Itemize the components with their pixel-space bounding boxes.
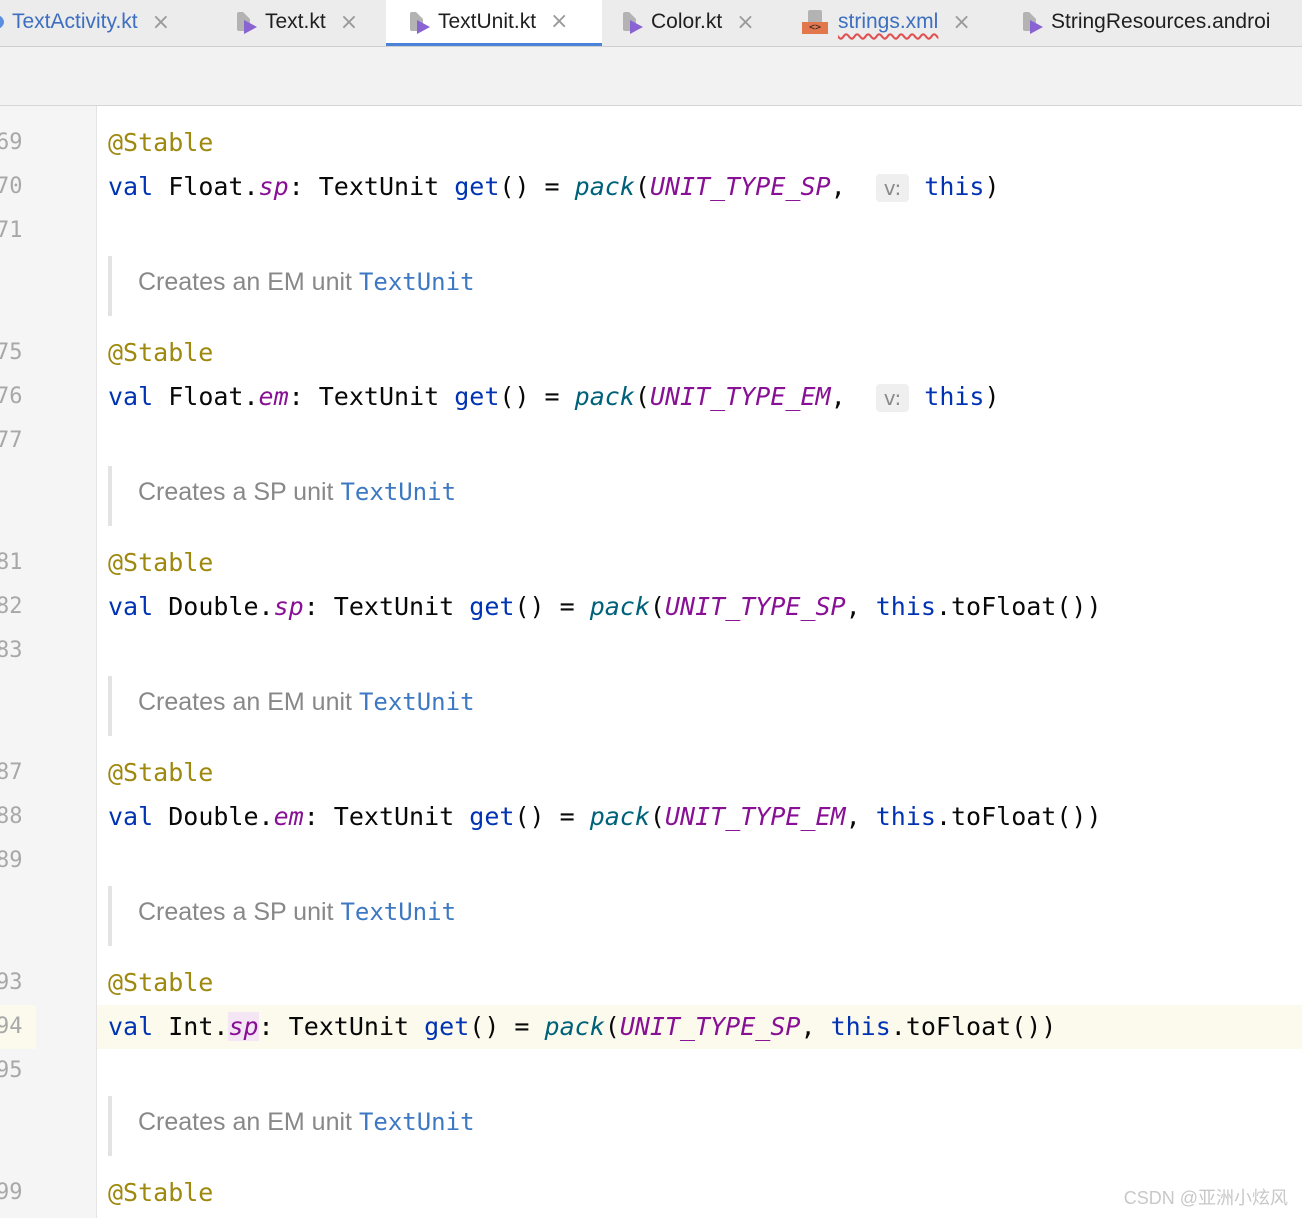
line-number: 93 — [0, 970, 23, 995]
doc-link[interactable]: TextUnit — [359, 1108, 475, 1136]
close-icon[interactable]: × — [736, 10, 754, 35]
doc-link[interactable]: TextUnit — [359, 268, 475, 296]
tab-color-kt[interactable]: Color.kt × — [603, 0, 785, 44]
close-icon[interactable]: × — [550, 9, 568, 34]
code-line[interactable]: @Stable — [108, 331, 213, 375]
doc-link[interactable]: TextUnit — [340, 478, 456, 506]
code-line[interactable]: @Stable — [108, 121, 213, 165]
code-line[interactable]: @Stable — [108, 541, 213, 585]
line-number: 76 — [0, 384, 23, 409]
parameter-hint: v: — [875, 384, 910, 412]
rendered-doc-comment[interactable]: Creates a SP unit TextUnit — [108, 466, 1292, 526]
line-number: 71 — [0, 218, 23, 243]
doc-link[interactable]: TextUnit — [340, 898, 456, 926]
line-number: 81 — [0, 550, 23, 575]
tab-label: Text.kt — [265, 10, 326, 33]
tab-textactivity[interactable]: TextActivity.kt × — [0, 0, 215, 44]
close-icon[interactable]: × — [152, 10, 170, 35]
line-number: 95 — [0, 1058, 23, 1083]
code-line[interactable]: val Float.em: TextUnit get() = pack(UNIT… — [108, 375, 1000, 420]
close-icon[interactable]: × — [952, 10, 970, 35]
line-number: 89 — [0, 848, 23, 873]
xml-file-icon: <> — [802, 10, 830, 34]
editor-tab-bar: TextActivity.kt × Text.kt × TextUnit.kt … — [0, 0, 1302, 47]
kotlin-file-icon — [621, 10, 643, 34]
line-number: 82 — [0, 594, 23, 619]
annotation-token: @Stable — [108, 128, 214, 157]
line-number: 75 — [0, 340, 23, 365]
code-line-current[interactable]: val Int.sp: TextUnit get() = pack(UNIT_T… — [108, 1005, 1056, 1049]
rendered-doc-comment[interactable]: Creates an EM unit TextUnit — [108, 676, 1292, 736]
tab-label: TextActivity.kt — [12, 10, 138, 33]
code-line[interactable]: val Float.sp: TextUnit get() = pack(UNIT… — [108, 165, 1000, 210]
rendered-doc-comment[interactable]: Creates an EM unit TextUnit — [108, 256, 1292, 316]
code-line[interactable]: val Double.sp: TextUnit get() = pack(UNI… — [108, 585, 1102, 629]
kotlin-file-icon — [408, 10, 430, 34]
line-number: 83 — [0, 638, 23, 663]
line-number-gutter: 69 70 71 75 76 77 81 82 83 87 88 89 93 9… — [0, 106, 97, 1218]
tab-strings-xml[interactable]: <> strings.xml × — [786, 0, 1002, 44]
watermark: CSDN @亚洲小炫风 — [1123, 1188, 1288, 1208]
kotlin-file-icon — [1021, 10, 1043, 34]
rendered-doc-comment[interactable]: Creates an EM unit TextUnit — [108, 1096, 1292, 1156]
line-number: 87 — [0, 760, 23, 785]
kotlin-file-icon — [235, 10, 257, 34]
parameter-hint: v: — [875, 174, 910, 202]
code-line[interactable]: @Stable — [108, 961, 213, 1005]
doc-link[interactable]: TextUnit — [359, 688, 475, 716]
close-icon[interactable]: × — [340, 10, 358, 35]
line-number: 94 — [0, 1005, 36, 1049]
tab-label: strings.xml — [838, 10, 939, 33]
line-number: 88 — [0, 804, 23, 829]
line-number: 70 — [0, 174, 23, 199]
tab-textunit-kt[interactable]: TextUnit.kt × — [386, 0, 602, 46]
code-line[interactable]: @Stable — [108, 1171, 213, 1215]
kotlin-class-icon — [0, 10, 4, 34]
caret-word-highlight: sp — [228, 1012, 259, 1041]
line-number: 69 — [0, 130, 23, 155]
line-number: 99 — [0, 1180, 23, 1205]
code-line[interactable]: @Stable — [108, 751, 213, 795]
tab-text-kt[interactable]: Text.kt × — [215, 0, 385, 44]
tab-label: StringResources.androi — [1051, 10, 1271, 33]
tab-label: Color.kt — [651, 10, 723, 33]
line-number: 77 — [0, 428, 23, 453]
tab-label: TextUnit.kt — [438, 9, 537, 33]
rendered-doc-comment[interactable]: Creates a SP unit TextUnit — [108, 886, 1292, 946]
code-line[interactable]: val Double.em: TextUnit get() = pack(UNI… — [108, 795, 1102, 839]
breadcrumb-toolbar — [0, 47, 1302, 106]
tab-stringresources[interactable]: StringResources.androi — [1003, 0, 1302, 44]
